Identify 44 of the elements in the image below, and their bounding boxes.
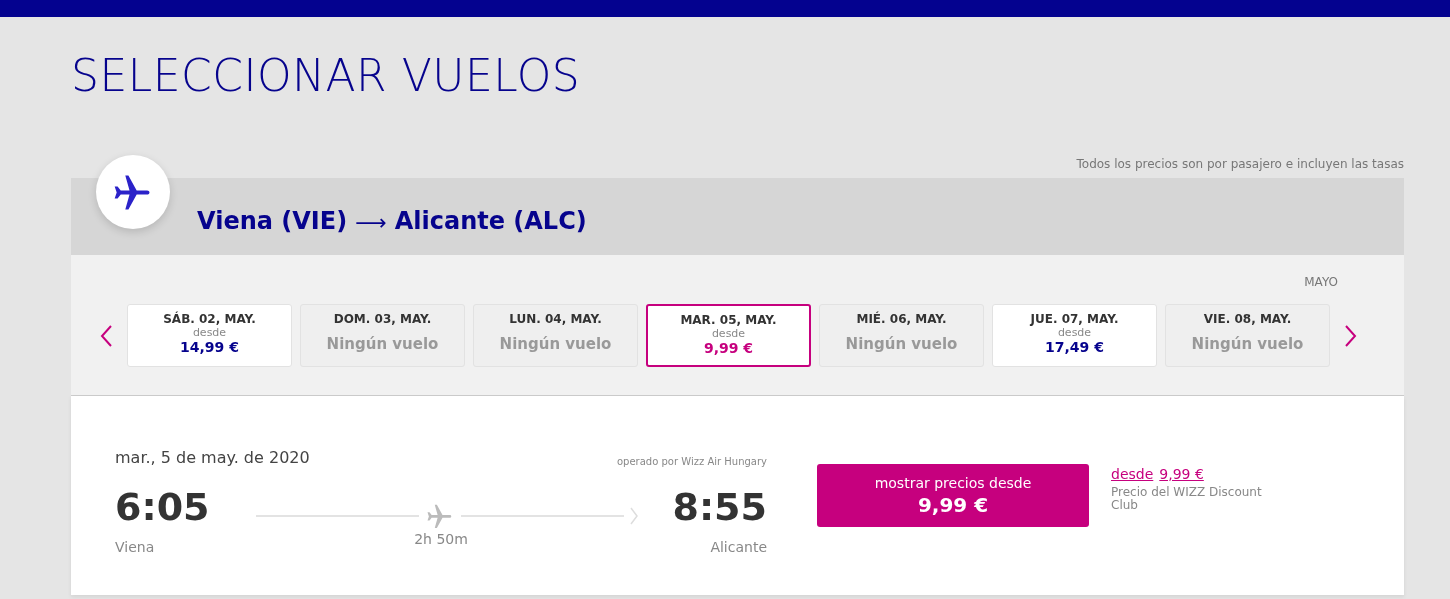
no-flight-text: Ningún vuelo (499, 335, 612, 353)
date-label: MAR. 05, MAY. (680, 313, 777, 327)
month-label: MAYO (1303, 275, 1339, 291)
date-label: MIÉ. 06, MAY. (856, 312, 947, 326)
destination-text: Alicante (ALC) (394, 207, 587, 235)
price-text: 17,49 € (1045, 339, 1104, 355)
from-label: desde (192, 326, 227, 339)
from-label: desde (1057, 326, 1092, 339)
flight-date: mar., 5 de may. de 2020 (115, 448, 310, 467)
club-note: Precio del WIZZ Discount Club (1111, 486, 1263, 512)
date-card[interactable]: VIE. 08, MAY. Ningún vuelo (1165, 304, 1330, 367)
date-label: VIE. 08, MAY. (1203, 312, 1292, 326)
date-label: DOM. 03, MAY. (333, 312, 432, 326)
price-note: Todos los precios son por pasajero e incluyen las tasas (1075, 156, 1404, 173)
arrival-city: Alicante (710, 539, 767, 555)
date-card[interactable]: LUN. 04, MAY. Ningún vuelo (473, 304, 638, 367)
route-arrow: ⟶ (355, 210, 387, 235)
date-card[interactable]: MIÉ. 06, MAY. Ningún vuelo (819, 304, 984, 367)
price-text: 14,99 € (180, 339, 239, 355)
origin-text: Viena (VIE) (197, 207, 348, 235)
duration-text: 2h 50m (414, 531, 468, 547)
from-link[interactable]: desde (1111, 466, 1154, 482)
no-flight-text: Ningún vuelo (1191, 335, 1304, 353)
previous-chevron-icon[interactable] (99, 323, 113, 348)
date-label: LUN. 04, MAY. (509, 312, 602, 326)
departure-time: 6:05 (115, 485, 210, 529)
arrival-time: 8:55 (672, 485, 767, 529)
no-flight-text: Ningún vuelo (845, 335, 958, 353)
operator-text: operado por Wizz Air Hungary (617, 456, 767, 467)
show-prices-button[interactable]: mostrar precios desde 9,99 € (817, 464, 1089, 527)
club-price-link[interactable]: 9,99 € (1159, 466, 1204, 482)
date-label: JUE. 07, MAY. (1030, 312, 1119, 326)
date-card[interactable]: MAR. 05, MAY. desde 9,99 € (646, 304, 811, 367)
from-label: desde (711, 327, 746, 340)
next-chevron-icon[interactable] (1344, 323, 1358, 348)
departure-city: Viena (115, 539, 155, 555)
price-text: 9,99 € (703, 340, 754, 356)
page-title: SELECCIONAR VUELOS (71, 49, 582, 103)
date-card[interactable]: DOM. 03, MAY. Ningún vuelo (300, 304, 465, 367)
date-card[interactable]: JUE. 07, MAY. desde 17,49 € (992, 304, 1157, 367)
no-flight-text: Ningún vuelo (326, 335, 439, 353)
date-card[interactable]: SÁB. 02, MAY. desde 14,99 € (127, 304, 292, 367)
arrowhead-icon (630, 507, 639, 525)
date-label: SÁB. 02, MAY. (163, 312, 256, 326)
